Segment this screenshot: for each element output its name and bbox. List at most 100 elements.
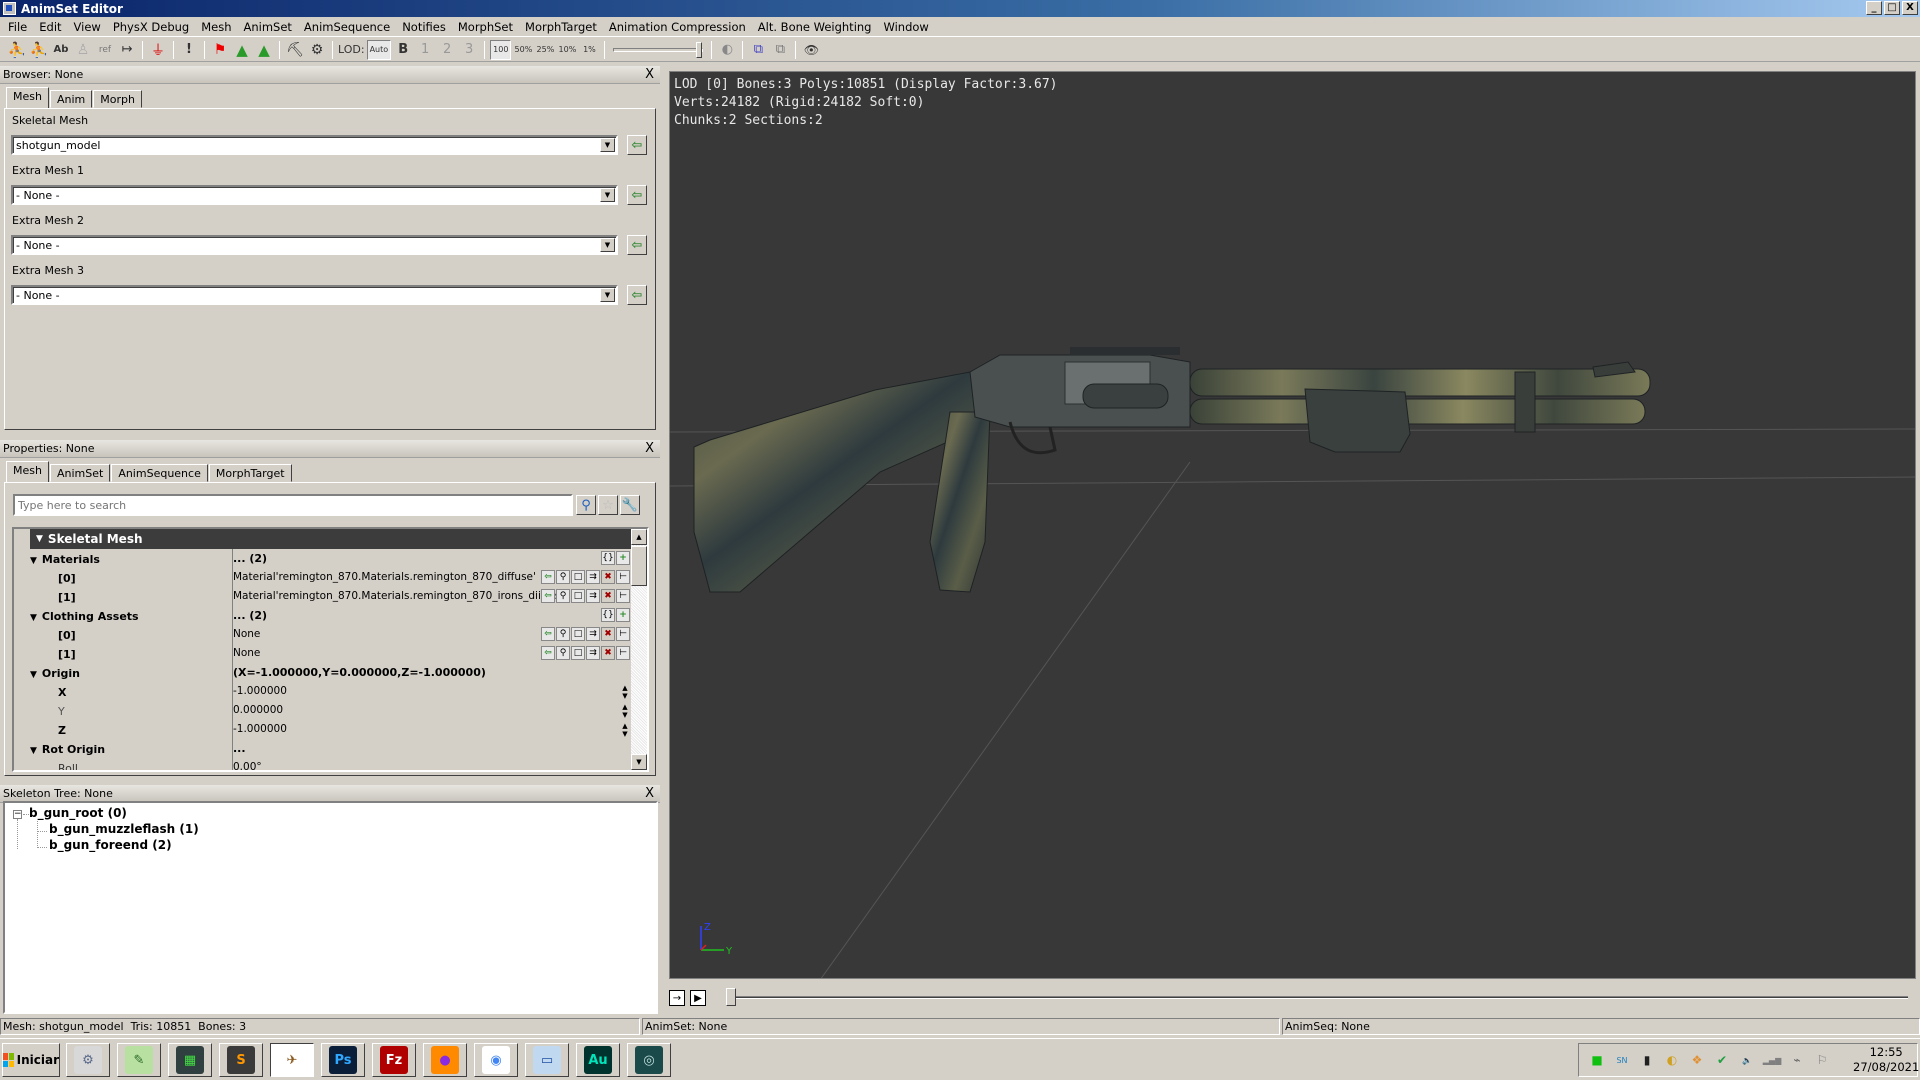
taskbar-app-audition[interactable]: Au <box>576 1043 620 1077</box>
menu-notifies[interactable]: Notifies <box>396 20 452 34</box>
scroll-thumb[interactable] <box>631 546 647 586</box>
check-app-icon[interactable]: ✔ <box>1714 1052 1730 1068</box>
property-row-origin-x[interactable]: X -1.000000 ▲ ▼ <box>14 683 634 702</box>
speed-10-button[interactable]: 10% <box>557 40 577 60</box>
tab-animsequence[interactable]: AnimSequence <box>111 464 208 482</box>
tab-morphtarget[interactable]: MorphTarget <box>208 464 292 482</box>
search-input[interactable] <box>13 494 573 516</box>
speed-25-button[interactable]: 25% <box>535 40 555 60</box>
layers-icon[interactable]: ⧉ <box>770 40 790 60</box>
tab-anim[interactable]: Anim <box>49 90 93 108</box>
clear-icon[interactable]: □ <box>571 646 585 660</box>
volume-icon[interactable]: 🔈 <box>1739 1052 1755 1068</box>
speed-50-button[interactable]: 50% <box>513 40 533 60</box>
property-value[interactable]: -1.000000 <box>233 685 287 697</box>
property-row-origin-z[interactable]: Z -1.000000 ▲ ▼ <box>14 721 634 740</box>
timeline-track[interactable] <box>729 996 1908 999</box>
bone-settings-icon[interactable]: ⚙ <box>307 40 327 60</box>
menu-view[interactable]: View <box>68 20 107 34</box>
menu-edit[interactable]: Edit <box>33 20 67 34</box>
uv-sets-icon[interactable]: ⧉ <box>748 40 768 60</box>
clock[interactable]: 12:55 27/08/2021 <box>1853 1045 1919 1075</box>
use-selected-button[interactable]: ⇦ <box>627 285 647 305</box>
property-scrollbar[interactable]: ▲ ▼ <box>631 529 647 770</box>
extra-mesh-2-combo[interactable]: - None - ▼ <box>11 235 618 255</box>
maximize-button[interactable]: □ <box>1884 1 1900 15</box>
insert-icon[interactable]: ⊢ <box>616 646 630 660</box>
minimize-button[interactable]: _ <box>1866 1 1882 15</box>
close-icon[interactable]: X <box>645 441 654 456</box>
start-button[interactable]: Iniciar <box>2 1043 60 1077</box>
insert-icon[interactable]: ⊢ <box>616 570 630 584</box>
taskbar-app-firefox[interactable]: ● <box>423 1043 467 1077</box>
property-row-roll[interactable]: Roll 0.00° <box>14 759 634 770</box>
spinner-icon[interactable]: ▲ ▼ <box>620 703 630 719</box>
extra-mesh-3-combo[interactable]: - None - ▼ <box>11 285 618 305</box>
menu-mesh[interactable]: Mesh <box>195 20 237 34</box>
sockets-icon[interactable]: ↦ <box>117 40 137 60</box>
delete-icon[interactable]: ✖ <box>601 570 615 584</box>
skeleton-icon[interactable]: ⛹ <box>7 40 27 60</box>
light-bulb-icon[interactable]: ◐ <box>717 40 737 60</box>
delete-icon[interactable]: ✖ <box>601 589 615 603</box>
skeletal-mesh-combo[interactable]: shotgun_model ▼ <box>11 135 618 155</box>
collapse-icon[interactable]: − <box>13 810 22 819</box>
taskbar-app-chrome[interactable]: ◉ <box>474 1043 518 1077</box>
property-row-clothing-assets[interactable]: ▼ Clothing Assets ... (2) {} + <box>14 607 634 626</box>
dropdown-arrow-icon[interactable]: ▼ <box>600 138 615 152</box>
options-button[interactable]: 🔧 <box>620 495 640 515</box>
tree-node-foreend[interactable]: b_gun_foreend (2) <box>49 838 172 852</box>
close-icon[interactable]: X <box>645 786 654 801</box>
green-cone-alert-icon[interactable]: ▲ <box>254 40 274 60</box>
insert-icon[interactable]: ⊢ <box>616 627 630 641</box>
spinner-icon[interactable]: ▲ ▼ <box>620 722 630 738</box>
insert-icon[interactable]: ⊢ <box>616 589 630 603</box>
tree-node-root[interactable]: b_gun_root (0) <box>29 806 127 820</box>
tab-mesh[interactable]: Mesh <box>6 461 49 482</box>
menu-animset[interactable]: AnimSet <box>237 20 297 34</box>
use-selected-icon[interactable]: ⇦ <box>541 570 555 584</box>
ref-pose-button[interactable]: ref <box>95 40 115 60</box>
lod-1-button[interactable]: 1 <box>415 40 435 60</box>
flag-icon[interactable]: ⚑ <box>210 40 230 60</box>
browse-icon[interactable]: ⚲ <box>556 570 570 584</box>
spinner-icon[interactable]: ▲ ▼ <box>620 684 630 700</box>
playback-speed-slider[interactable] <box>613 41 704 58</box>
sn-app-icon[interactable]: SN <box>1614 1052 1630 1068</box>
add-item-icon[interactable]: + <box>616 608 630 622</box>
menu-alt-bone-weighting[interactable]: Alt. Bone Weighting <box>752 20 878 34</box>
empty-array-icon[interactable]: {} <box>601 608 615 622</box>
wireframe-mannequin-icon[interactable]: ♙ <box>73 40 93 60</box>
use-selected-icon[interactable]: ⇦ <box>541 589 555 603</box>
property-row-material-0[interactable]: [0] Material'remington_870.Materials.rem… <box>14 569 634 588</box>
property-value[interactable]: 0.00° <box>233 761 262 770</box>
dropdown-arrow-icon[interactable]: ▼ <box>600 188 615 202</box>
taskbar-app-notepad-plus-plus[interactable]: ✎ <box>117 1043 161 1077</box>
menu-window[interactable]: Window <box>877 20 934 34</box>
play-button[interactable]: ▶ <box>690 990 706 1006</box>
property-row-origin[interactable]: ▼ Origin (X=-1.000000,Y=0.000000,Z=-1.000… <box>14 664 634 683</box>
eye-icon[interactable]: 👁 <box>801 40 821 60</box>
lod-base-button[interactable]: B <box>393 40 413 60</box>
action-center-icon[interactable]: ⚐ <box>1814 1052 1830 1068</box>
bone-names-button[interactable]: Ab <box>51 40 71 60</box>
expand-triangle-icon[interactable]: ▼ <box>30 670 37 680</box>
empty-array-icon[interactable]: {} <box>601 551 615 565</box>
property-value[interactable]: 0.000000 <box>233 704 283 716</box>
duplicate-icon[interactable]: ⇉ <box>586 627 600 641</box>
browse-icon[interactable]: ⚲ <box>556 627 570 641</box>
taskbar-app-sublime-text[interactable]: S <box>219 1043 263 1077</box>
speed-100-button[interactable]: 100 <box>490 39 512 60</box>
taskbar-app-performance-monitor[interactable]: ▦ <box>168 1043 212 1077</box>
power-icon[interactable]: ⌁ <box>1789 1052 1805 1068</box>
extra-mesh-1-combo[interactable]: - None - ▼ <box>11 185 618 205</box>
taskbar-app-udk-editor[interactable]: ✈ <box>270 1043 314 1077</box>
clear-icon[interactable]: □ <box>571 589 585 603</box>
menu-physx-debug[interactable]: PhysX Debug <box>107 20 195 34</box>
use-selected-icon[interactable]: ⇦ <box>541 627 555 641</box>
tree-node-muzzleflash[interactable]: b_gun_muzzleflash (1) <box>49 822 199 836</box>
expand-triangle-icon[interactable]: ▼ <box>30 556 37 566</box>
menu-animsequence[interactable]: AnimSequence <box>298 20 396 34</box>
clear-icon[interactable]: □ <box>571 570 585 584</box>
property-row-rot-origin[interactable]: ▼ Rot Origin ... <box>14 740 634 759</box>
